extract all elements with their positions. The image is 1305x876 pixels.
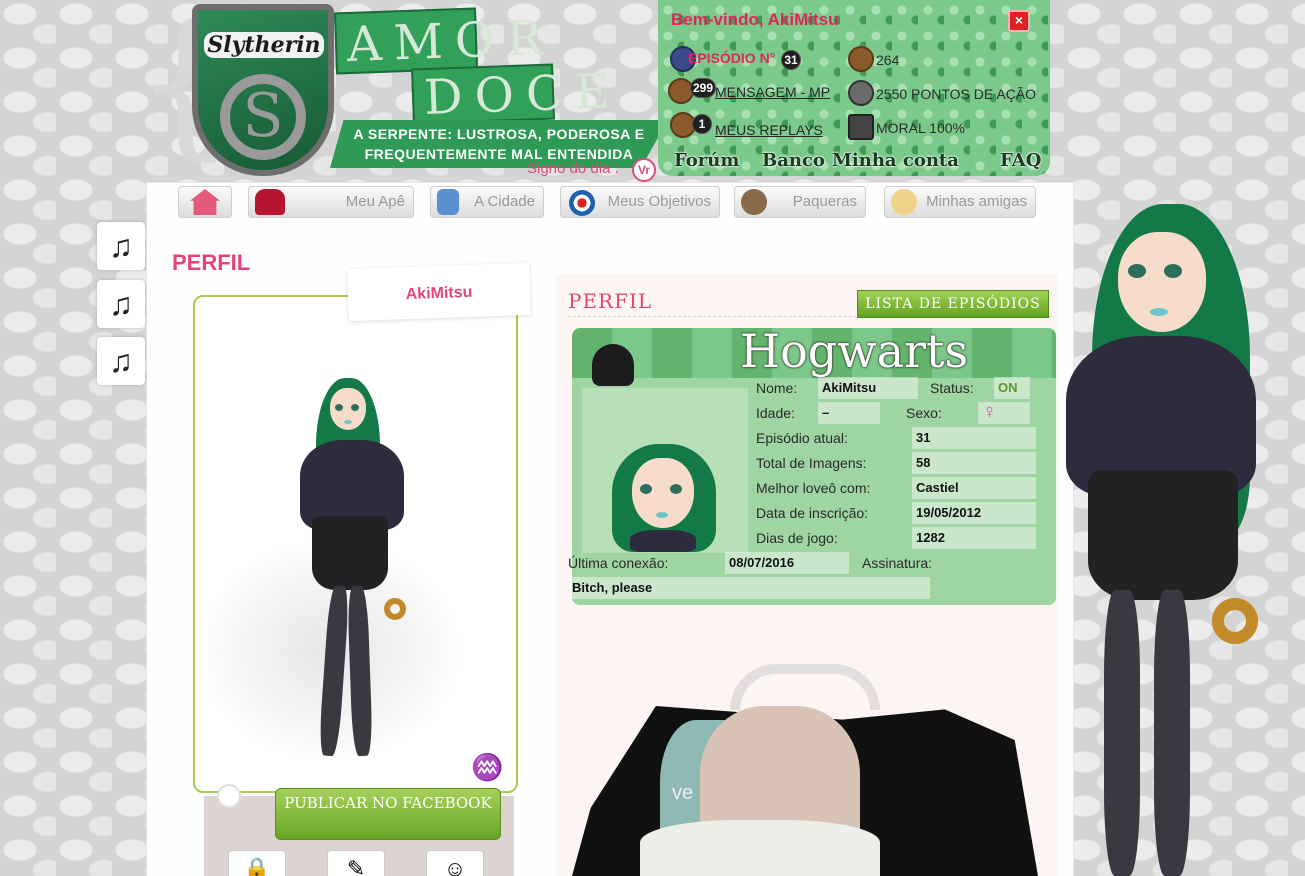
action-points-icon bbox=[848, 80, 874, 106]
music-button-2[interactable]: ♫ bbox=[97, 280, 145, 328]
episodes-list-button[interactable]: LISTA DE EPISÓDIOS bbox=[857, 290, 1049, 318]
label-status: Status: bbox=[930, 380, 974, 396]
episode-number-badge: 31 bbox=[781, 50, 801, 70]
value-name: AkiMitsu bbox=[818, 377, 918, 399]
lock-icon[interactable]: 🔒 bbox=[228, 850, 286, 876]
episode-label[interactable]: EPISÓDIO N° bbox=[688, 50, 775, 66]
collage-shirt bbox=[640, 820, 880, 876]
label-play-days: Dias de jogo: bbox=[756, 530, 838, 546]
value-age: – bbox=[818, 402, 880, 424]
value-current-episode: 31 bbox=[912, 427, 1036, 449]
label-last-connection: Última conexão: bbox=[568, 555, 669, 571]
close-button[interactable]: × bbox=[1008, 10, 1030, 32]
title-doce: DOCE bbox=[411, 63, 623, 126]
messages-link[interactable]: MENSAGEM - MP bbox=[715, 84, 830, 100]
messages-count-badge: 299 bbox=[690, 78, 716, 98]
avatar-select-radio[interactable] bbox=[217, 784, 241, 808]
coins-value: 264 bbox=[876, 52, 900, 68]
replays-count-badge: 1 bbox=[692, 114, 712, 134]
tab-crushes[interactable]: Paqueras bbox=[734, 186, 866, 218]
moral-value: MORAL 100% bbox=[876, 120, 965, 136]
girl-avatar-icon bbox=[891, 189, 917, 215]
home-icon bbox=[190, 189, 220, 215]
action-points-value: 2550 PONTOS DE AÇÃO bbox=[876, 86, 1037, 102]
publish-facebook-button[interactable]: PUBLICAR NO FACEBOOK bbox=[275, 788, 501, 840]
value-best-love: Castiel bbox=[912, 477, 1036, 499]
tab-objectives[interactable]: Meus Objetivos bbox=[560, 186, 720, 218]
music-button-3[interactable]: ♫ bbox=[97, 337, 145, 385]
tab-label: Meu Apê bbox=[345, 193, 405, 210]
nav-bank[interactable]: Banco bbox=[762, 150, 825, 171]
collage-halo-decoration bbox=[730, 664, 880, 710]
label-name: Nome: bbox=[756, 380, 798, 396]
crest-title: Slytherin bbox=[204, 32, 324, 58]
tab-label: Minhas amigas bbox=[926, 193, 1027, 210]
label-current-episode: Episódio atual: bbox=[756, 430, 848, 446]
value-last-connection: 08/07/2016 bbox=[725, 552, 849, 574]
tab-friends[interactable]: Minhas amigas bbox=[884, 186, 1036, 218]
sign-of-day-label: Signo do dia : bbox=[527, 160, 619, 177]
tab-my-apartment[interactable]: Meu Apê bbox=[248, 186, 414, 218]
sign-of-day-badge[interactable]: Vr bbox=[632, 158, 656, 182]
replays-link[interactable]: MEUS REPLAYS bbox=[715, 122, 823, 138]
label-signup-date: Data de inscrição: bbox=[756, 505, 869, 521]
user-panel: Bem-vindo, AkiMitsu × EPISÓDIO N° 31 299… bbox=[658, 0, 1050, 176]
profile-card-title: Hogwarts bbox=[740, 324, 969, 378]
nav-my-account[interactable]: Minha conta bbox=[832, 150, 959, 171]
page-title: PERFIL bbox=[172, 250, 251, 275]
label-age: Idade: bbox=[756, 405, 795, 421]
aquarius-zodiac-icon: ♒ bbox=[471, 752, 504, 782]
sofa-icon bbox=[255, 189, 285, 215]
avatar-name: AkiMitsu bbox=[347, 262, 531, 322]
value-total-images: 58 bbox=[912, 452, 1036, 474]
snake-emblem-icon: S bbox=[220, 74, 306, 160]
label-signature: Assinatura: bbox=[862, 555, 933, 571]
value-signature: Bitch, please bbox=[568, 577, 930, 599]
girl-portrait-icon[interactable]: ☺ bbox=[426, 850, 484, 876]
moral-icon bbox=[848, 114, 874, 140]
pencil-icon[interactable]: ✎ bbox=[327, 850, 385, 876]
music-button-1[interactable]: ♫ bbox=[97, 222, 145, 270]
building-icon bbox=[437, 189, 459, 215]
tab-home[interactable] bbox=[178, 186, 232, 218]
tab-city[interactable]: A Cidade bbox=[430, 186, 544, 218]
nav-faq[interactable]: FAQ bbox=[1000, 150, 1041, 171]
value-signup-date: 19/05/2012 bbox=[912, 502, 1036, 524]
collage-text: ve bbox=[672, 782, 694, 804]
label-best-love: Melhor loveô com: bbox=[756, 480, 871, 496]
label-total-images: Total de Imagens: bbox=[756, 455, 867, 471]
profile-header: PERFIL bbox=[568, 289, 653, 313]
welcome-text: Bem-vindo, AkiMitsu bbox=[671, 10, 839, 29]
target-icon bbox=[569, 190, 595, 216]
title-amor: AMOR bbox=[333, 7, 555, 75]
value-play-days: 1282 bbox=[912, 527, 1036, 549]
tab-label: Meus Objetivos bbox=[607, 193, 711, 210]
tab-label: Paqueras bbox=[792, 193, 857, 210]
label-sex: Sexo: bbox=[906, 405, 942, 421]
nav-forum[interactable]: Forúm bbox=[674, 150, 739, 171]
coin-icon bbox=[848, 46, 874, 72]
slytherin-crest: Slytherin S bbox=[192, 4, 334, 176]
female-icon: ♀ bbox=[982, 401, 997, 423]
value-status: ON bbox=[994, 377, 1030, 399]
boy-avatar-icon bbox=[741, 189, 767, 215]
cupcake-icon bbox=[592, 344, 634, 386]
tab-label: A Cidade bbox=[474, 193, 535, 210]
